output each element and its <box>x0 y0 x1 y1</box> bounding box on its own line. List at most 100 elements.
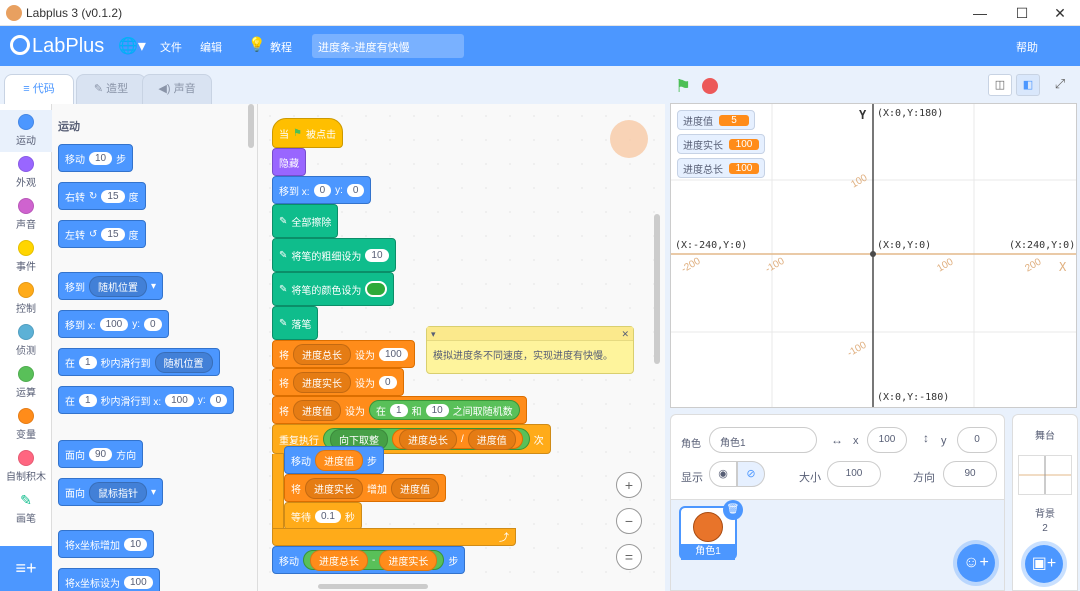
minimize-button[interactable]: — <box>966 3 994 23</box>
category-control[interactable]: 控制 <box>0 278 52 320</box>
block-goto-xy[interactable]: 移到 x: 0 y: 0 <box>272 176 372 204</box>
block-point-direction[interactable]: 面向 90 方向 <box>58 440 144 468</box>
add-extension-button[interactable]: ≡+ <box>0 546 52 591</box>
menu-edit[interactable]: 编辑 <box>200 39 222 55</box>
comment-collapse-icon[interactable]: ▾ <box>431 327 436 340</box>
globe-icon[interactable]: 🌐▾ <box>118 36 146 56</box>
sprite-name-input[interactable]: 角色1 <box>709 427 817 453</box>
script-workspace[interactable]: 当 ⚑ 被点击 隐藏 移到 x: 0 y: 0 ✎ 全部擦除 ✎ 将笔的粗细设为 10 ✎ 将笔的… <box>258 104 665 591</box>
block-glide-xy[interactable]: 在 1 秒内滑行到 x: 100 y: 0 <box>58 386 235 414</box>
rotate-left-icon: ↺ <box>89 228 98 240</box>
labplus-logo[interactable]: LabPlus <box>10 35 104 58</box>
x-input[interactable]: 100 <box>867 427 907 453</box>
coord-top: (X:0,Y:180) <box>877 108 944 119</box>
block-pick-random[interactable]: 在 1 和 10 之间取随机数 <box>369 400 520 420</box>
zoom-reset-button[interactable]: = <box>616 544 642 570</box>
block-when-flag-clicked[interactable]: 当 ⚑ 被点击 <box>272 118 343 148</box>
eye-icon: ◉ <box>718 468 728 480</box>
block-move-steps[interactable]: 移动 10 步 <box>58 144 134 172</box>
block-goto[interactable]: 移到 随机位置 ▾ <box>58 272 164 300</box>
small-stage-button[interactable]: ◫ <box>988 74 1012 96</box>
add-sprite-button[interactable]: ☺+ <box>957 544 995 582</box>
zoom-out-button[interactable]: − <box>616 508 642 534</box>
category-variables[interactable]: 变量 <box>0 404 52 446</box>
category-sound[interactable]: 声音 <box>0 194 52 236</box>
block-set-x[interactable]: 将x坐标设为 100 <box>58 568 160 591</box>
direction-input[interactable]: 90 <box>943 461 997 487</box>
coord-bottom: (X:0,Y:-180) <box>877 392 950 403</box>
speaker-icon: ◀) <box>158 83 174 95</box>
fullscreen-button[interactable]: ⤢ <box>1048 74 1072 96</box>
size-input[interactable]: 100 <box>827 461 881 487</box>
maximize-button[interactable]: ☐ <box>1008 3 1036 23</box>
x-arrows-icon: ↔ <box>831 433 843 447</box>
block-set-value[interactable]: 将进度值 设为在 1 和 10 之间取随机数 <box>272 396 527 424</box>
add-backdrop-button[interactable]: ▣+ <box>1025 545 1063 583</box>
monitor-total[interactable]: 进度总长 100 <box>677 158 765 178</box>
category-my-blocks[interactable]: 自制积木 <box>0 446 52 488</box>
monitor-real[interactable]: 进度实长 100 <box>677 134 765 154</box>
block-turn-left[interactable]: 左转 ↺ 15 度 <box>58 220 146 248</box>
close-window-button[interactable]: ✕ <box>1046 3 1074 23</box>
monitor-value[interactable]: 进度值 5 <box>677 110 755 130</box>
block-change-real[interactable]: 将进度实长 增加 进度值 <box>284 474 446 502</box>
block-hide[interactable]: 隐藏 <box>272 148 306 176</box>
tab-sounds[interactable]: ◀) 声音 <box>142 74 212 104</box>
menu-tutorial[interactable]: 教程 <box>270 39 292 55</box>
show-hidden-button[interactable]: ⊘ <box>737 461 765 487</box>
pen-icon: ✎ <box>279 215 288 227</box>
category-operators[interactable]: 运算 <box>0 362 52 404</box>
green-flag-button[interactable]: ⚑ <box>675 76 691 97</box>
block-set-pen-size[interactable]: ✎ 将笔的粗细设为 10 <box>272 238 396 272</box>
block-set-pen-color[interactable]: ✎ 将笔的颜色设为 <box>272 272 395 306</box>
block-point-towards[interactable]: 面向 鼠标指针 ▾ <box>58 478 164 506</box>
window-titlebar: Labplus 3 (v0.1.2) — ☐ ✕ <box>0 0 1080 26</box>
category-motion[interactable]: 运动 <box>0 110 52 152</box>
category-pen[interactable]: ✎ 画笔 <box>0 488 52 530</box>
category-events[interactable]: 事件 <box>0 236 52 278</box>
menu-file[interactable]: 文件 <box>160 39 182 55</box>
block-palette: 运动 移动 10 步 右转 ↻ 15 度 左转 ↺ 15 度 移到 随机位置 ▾ 移到 x: 100 y… <box>52 104 258 591</box>
comment-note[interactable]: ▾ ✕ 模拟进度条不同速度，实现进度有快慢。 <box>426 326 634 374</box>
stop-button[interactable] <box>702 78 718 94</box>
palette-scrollbar[interactable] <box>248 104 254 148</box>
block-set-real[interactable]: 将进度实长 设为 0 <box>272 368 404 396</box>
workspace-vscrollbar[interactable] <box>654 214 660 364</box>
zoom-in-button[interactable]: + <box>616 472 642 498</box>
block-divide[interactable]: 进度总长 / 进度值 <box>392 428 523 450</box>
category-looks[interactable]: 外观 <box>0 152 52 194</box>
stage-canvas[interactable]: 进度值 5 进度实长 100 进度总长 100 Y (X:0,Y:180) (X:-2… <box>670 103 1077 408</box>
tab-costumes[interactable]: ✎ 造型 <box>76 74 146 104</box>
size-label: 大小 <box>799 472 821 484</box>
block-turn-right[interactable]: 右转 ↻ 15 度 <box>58 182 146 210</box>
show-visible-button[interactable]: ◉ <box>709 461 737 487</box>
block-set-total[interactable]: 将进度总长 设为 100 <box>272 340 415 368</box>
block-move-diff[interactable]: 移动 进度总长 - 进度实长步 <box>272 546 466 574</box>
comment-close-icon[interactable]: ✕ <box>621 327 629 340</box>
menu-help[interactable]: 帮助 <box>1016 39 1038 55</box>
palette-heading: 运动 <box>58 121 80 133</box>
block-move-value[interactable]: 移动 进度值步 <box>284 446 384 474</box>
backdrop-thumbnail[interactable] <box>1018 455 1072 495</box>
app-icon <box>6 5 22 21</box>
repeat-end: ⤴ <box>272 528 516 546</box>
block-change-x[interactable]: 将x坐标增加 10 <box>58 530 155 558</box>
delete-sprite-button[interactable]: 🗑 <box>723 500 743 520</box>
block-glide-to[interactable]: 在 1 秒内滑行到 随机位置 <box>58 348 220 376</box>
large-stage-button[interactable]: ◧ <box>1016 74 1040 96</box>
pen-icon: ✎ <box>279 317 288 329</box>
y-input[interactable]: 0 <box>957 427 997 453</box>
block-goto-xy[interactable]: 移到 x: 100 y: 0 <box>58 310 169 338</box>
project-title-input[interactable]: 进度条-进度有快慢 <box>312 34 464 58</box>
pen-color-swatch[interactable] <box>365 281 388 297</box>
block-pen-clear[interactable]: ✎ 全部擦除 <box>272 204 339 238</box>
category-sensing[interactable]: 侦测 <box>0 320 52 362</box>
block-pen-down[interactable]: ✎ 落笔 <box>272 306 319 340</box>
sprite-thumbnail-ghost <box>610 120 648 158</box>
tab-code[interactable]: ≡ 代码 <box>4 74 74 104</box>
block-wait[interactable]: 等待 0.1 秒 <box>284 502 362 530</box>
workspace-hscrollbar[interactable] <box>318 584 428 589</box>
backdrop-label: 背景 <box>1035 509 1055 520</box>
block-subtract[interactable]: 进度总长 - 进度实长 <box>303 549 445 571</box>
y-axis-label: Y <box>859 108 867 122</box>
